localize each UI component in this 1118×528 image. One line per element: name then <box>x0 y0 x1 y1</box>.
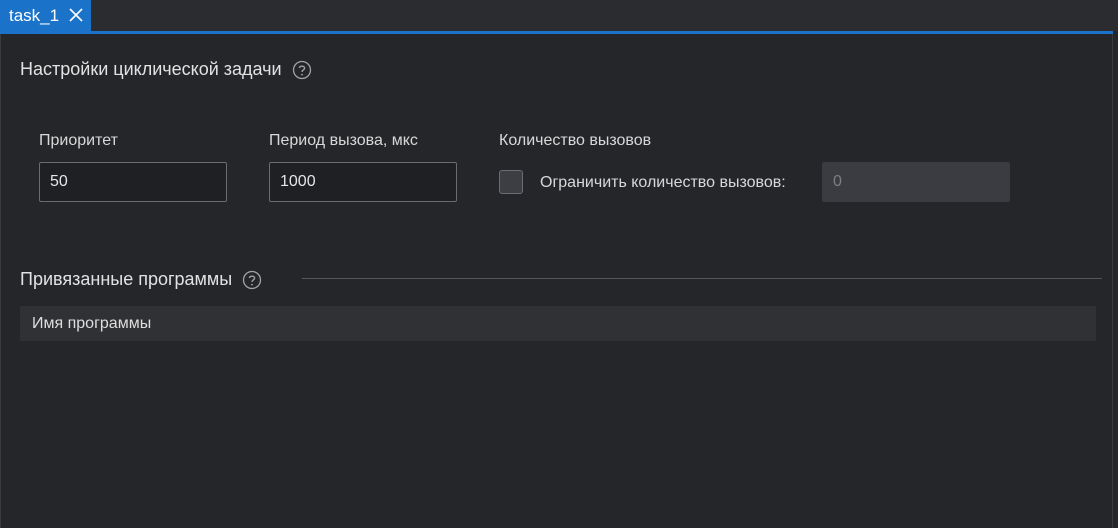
limit-calls-label: Ограничить количество вызовов: <box>540 174 786 191</box>
tab-bar: task_1 <box>0 0 1118 31</box>
cyclic-settings-title: Настройки циклической задачи <box>20 59 312 80</box>
column-program-name[interactable]: Имя программы <box>32 315 151 333</box>
help-icon[interactable] <box>242 270 262 290</box>
limit-calls-checkbox[interactable] <box>499 170 523 194</box>
task-panel: Настройки циклической задачи Приоритет П… <box>0 34 1113 528</box>
tab-label: task_1 <box>9 5 60 25</box>
period-label: Период вызова, мкс <box>269 132 418 149</box>
priority-label: Приоритет <box>39 132 118 149</box>
close-icon[interactable] <box>67 6 85 24</box>
tab-task[interactable]: task_1 <box>0 0 91 31</box>
programs-table-header: Имя программы <box>20 306 1096 341</box>
linked-programs-title-text: Привязанные программы <box>20 269 233 289</box>
linked-programs-title: Привязанные программы <box>20 269 262 290</box>
calls-label: Количество вызовов <box>499 132 652 149</box>
help-icon[interactable] <box>292 60 312 80</box>
cyclic-settings-title-text: Настройки циклической задачи <box>20 59 282 79</box>
priority-input[interactable] <box>39 162 227 202</box>
period-input[interactable] <box>269 162 457 202</box>
section-divider <box>302 278 1102 279</box>
limit-calls-input <box>822 162 1010 202</box>
